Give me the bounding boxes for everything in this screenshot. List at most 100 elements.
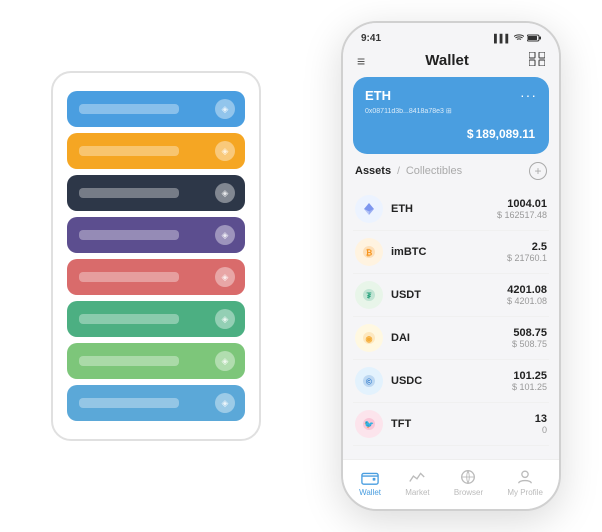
imbtc-icon: ₿ [355,238,383,266]
usdt-icon: ₮ [355,281,383,309]
asset-name: imBTC [391,246,507,258]
list-item[interactable]: ◈ [67,259,245,295]
expand-icon[interactable] [529,52,545,69]
nav-label-profile: My Profile [507,488,543,497]
card-icon: ◈ [215,393,235,413]
list-item[interactable]: ◈ [67,91,245,127]
currency-symbol: $ [467,127,474,141]
asset-primary-amount: 2.5 [507,241,547,253]
card-icon: ◈ [215,99,235,119]
card-icon: ◈ [215,141,235,161]
eth-card-top: ETH ··· [365,87,537,103]
card-icon: ◈ [215,309,235,329]
phone-header: ≡ Wallet [343,48,559,77]
status-time: 9:41 [361,33,381,44]
svg-text:₮: ₮ [367,292,372,301]
asset-usd-amount: $ 162517.48 [497,210,547,220]
list-item[interactable]: ◈ [67,301,245,337]
nav-label-browser: Browser [454,488,483,497]
table-row[interactable]: ◉ DAI 508.75 $ 508.75 [353,317,549,360]
card-label [79,314,179,324]
scene: ◈ ◈ ◈ ◈ ◈ ◈ ◈ ◈ [11,11,591,521]
card-icon: ◈ [215,225,235,245]
phone-content: ETH ··· 0x08711d3b...8418a78e3 ⊞ $189,08… [343,77,559,459]
eth-card-balance: $189,089.11 [365,121,537,144]
usdc-icon: © [355,367,383,395]
table-row[interactable]: ₮ USDT 4201.08 $ 4201.08 [353,274,549,317]
asset-primary-amount: 101.25 [512,370,547,382]
eth-card-menu[interactable]: ··· [520,87,537,103]
asset-primary-amount: 4201.08 [507,284,547,296]
nav-label-market: Market [405,488,429,497]
asset-amounts: 508.75 $ 508.75 [512,327,547,349]
list-item[interactable]: ◈ [67,385,245,421]
svg-text:◉: ◉ [366,335,373,344]
asset-list: ETH 1004.01 $ 162517.48 ₿ imBTC 2.5 $ 21… [353,188,549,459]
nav-item-profile[interactable]: My Profile [507,468,543,497]
card-label [79,356,179,366]
table-row[interactable]: 🐦 TFT 13 0 [353,403,549,446]
card-label [79,230,179,240]
tab-collectibles[interactable]: Collectibles [406,165,462,177]
list-item[interactable]: ◈ [67,343,245,379]
status-bar: 9:41 ▌▌▌ [343,23,559,48]
eth-card-title: ETH [365,88,391,103]
card-icon: ◈ [215,267,235,287]
card-label [79,188,179,198]
dai-icon: ◉ [355,324,383,352]
signal-icon: ▌▌▌ [494,34,511,43]
card-label [79,398,179,408]
assets-tabs: Assets / Collectibles [355,165,462,177]
menu-icon[interactable]: ≡ [357,53,365,69]
list-item[interactable]: ◈ [67,133,245,169]
asset-primary-amount: 508.75 [512,327,547,339]
nav-item-browser[interactable]: Browser [454,468,483,497]
svg-text:©: © [366,378,372,387]
asset-name: DAI [391,332,512,344]
asset-amounts: 101.25 $ 101.25 [512,370,547,392]
nav-label-wallet: Wallet [359,488,381,497]
asset-primary-amount: 1004.01 [497,198,547,210]
balance-value: 189,089.11 [476,127,535,141]
eth-icon [355,195,383,223]
asset-usd-amount: $ 4201.08 [507,296,547,306]
list-item[interactable]: ◈ [67,175,245,211]
card-label [79,146,179,156]
tab-assets[interactable]: Assets [355,165,391,177]
asset-primary-amount: 13 [535,413,547,425]
card-icon: ◈ [215,351,235,371]
tab-separator: / [397,166,400,177]
nav-item-market[interactable]: Market [405,468,429,497]
asset-name: ETH [391,203,497,215]
asset-name: TFT [391,418,535,430]
card-label [79,272,179,282]
card-icon: ◈ [215,183,235,203]
svg-text:₿: ₿ [366,249,373,258]
wifi-icon [514,34,524,44]
assets-header: Assets / Collectibles + [353,162,549,180]
bottom-nav: Wallet Market Browser [343,459,559,509]
asset-amounts: 2.5 $ 21760.1 [507,241,547,263]
list-item[interactable]: ◈ [67,217,245,253]
card-label [79,104,179,114]
add-asset-button[interactable]: + [529,162,547,180]
page-title: Wallet [425,52,469,69]
nav-item-wallet[interactable]: Wallet [359,468,381,497]
status-icons: ▌▌▌ [494,34,541,44]
table-row[interactable]: ETH 1004.01 $ 162517.48 [353,188,549,231]
asset-amounts: 1004.01 $ 162517.48 [497,198,547,220]
asset-usd-amount: 0 [535,425,547,435]
asset-amounts: 13 0 [535,413,547,435]
table-row[interactable]: © USDC 101.25 $ 101.25 [353,360,549,403]
asset-usd-amount: $ 101.25 [512,382,547,392]
svg-text:🐦: 🐦 [364,420,374,429]
card-stack: ◈ ◈ ◈ ◈ ◈ ◈ ◈ ◈ [51,71,261,441]
table-row[interactable]: ₿ imBTC 2.5 $ 21760.1 [353,231,549,274]
asset-usd-amount: $ 508.75 [512,339,547,349]
asset-name: USDC [391,375,512,387]
eth-card-address: 0x08711d3b...8418a78e3 ⊞ [365,107,537,115]
eth-card[interactable]: ETH ··· 0x08711d3b...8418a78e3 ⊞ $189,08… [353,77,549,154]
battery-icon [527,34,541,44]
asset-usd-amount: $ 21760.1 [507,253,547,263]
asset-amounts: 4201.08 $ 4201.08 [507,284,547,306]
